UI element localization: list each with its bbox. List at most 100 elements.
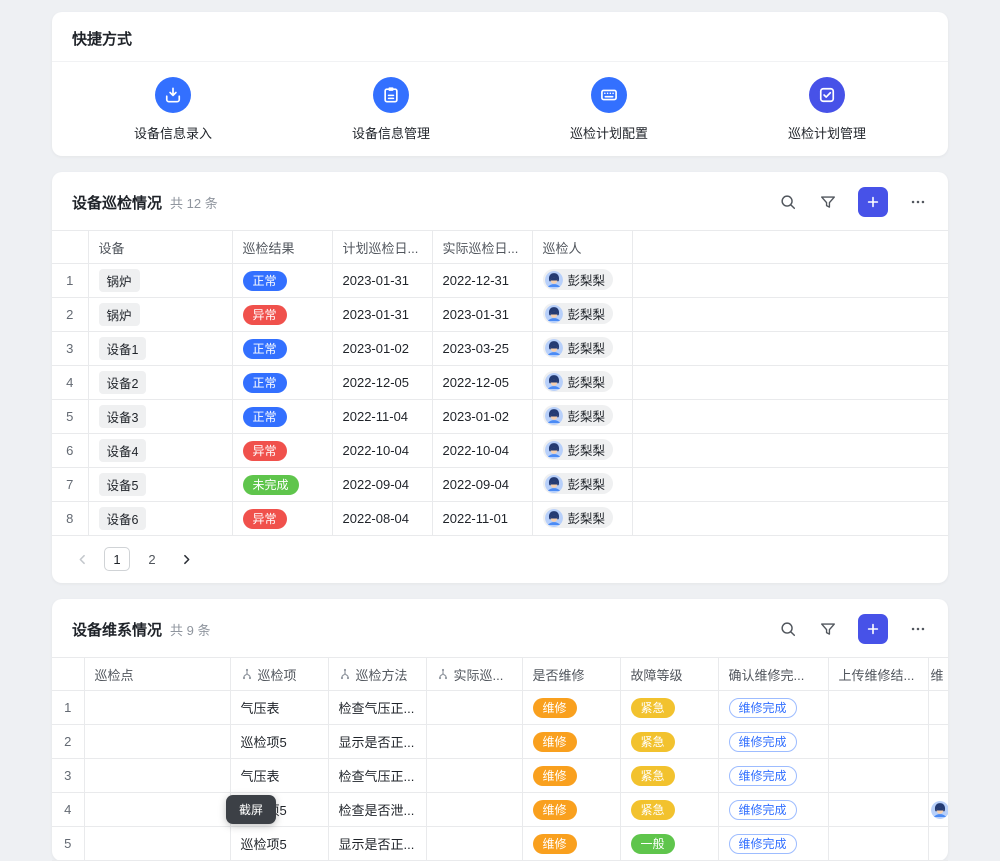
actual-cell[interactable] (426, 725, 522, 759)
inspector-cell[interactable]: 彭梨梨 (532, 468, 632, 502)
filter-button[interactable] (818, 619, 838, 639)
row-index[interactable]: 6 (52, 434, 88, 468)
row-index-header[interactable] (52, 658, 84, 691)
column-header[interactable]: 实际巡... (426, 658, 522, 691)
method-cell[interactable]: 显示是否正... (328, 827, 426, 861)
column-header[interactable]: 巡检结果 (232, 231, 332, 264)
inspector-cell[interactable]: 彭梨梨 (532, 366, 632, 400)
method-cell[interactable]: 显示是否正... (328, 725, 426, 759)
shortcut-device-entry[interactable]: 设备信息录入 (64, 77, 282, 142)
repair-cell[interactable]: 维修 (522, 793, 620, 827)
shortcut-device-manage[interactable]: 设备信息管理 (282, 77, 500, 142)
confirm-cell[interactable]: 维修完成 (718, 725, 828, 759)
more-options-button[interactable] (908, 192, 928, 212)
row-index[interactable]: 2 (52, 725, 84, 759)
column-header[interactable]: 计划巡检日... (332, 231, 432, 264)
method-cell[interactable]: 检查气压正... (328, 759, 426, 793)
column-header[interactable]: 实际巡检日... (432, 231, 532, 264)
result-cell[interactable]: 正常 (232, 264, 332, 298)
repairer-cell[interactable] (928, 691, 948, 725)
planned-date-cell[interactable]: 2022-08-04 (332, 502, 432, 536)
actual-date-cell[interactable]: 2022-11-01 (432, 502, 532, 536)
repairer-cell[interactable] (928, 827, 948, 861)
level-cell[interactable]: 紧急 (620, 691, 718, 725)
actual-date-cell[interactable]: 2022-09-04 (432, 468, 532, 502)
item-cell[interactable]: 气压表 (230, 691, 328, 725)
repair-cell[interactable]: 维修 (522, 691, 620, 725)
row-index[interactable]: 4 (52, 366, 88, 400)
column-header[interactable]: 巡检方法 (328, 658, 426, 691)
column-header[interactable]: 巡检项 (230, 658, 328, 691)
item-cell[interactable]: 巡检项5 (230, 725, 328, 759)
method-cell[interactable]: 检查是否泄... (328, 793, 426, 827)
confirm-cell[interactable]: 维修完成 (718, 759, 828, 793)
add-record-button[interactable] (858, 187, 888, 217)
column-header[interactable]: 设备 (88, 231, 232, 264)
upload-cell[interactable] (828, 725, 928, 759)
page-button[interactable]: 2 (140, 548, 164, 570)
device-cell[interactable]: 设备1 (88, 332, 232, 366)
device-cell[interactable]: 锅炉 (88, 264, 232, 298)
repair-cell[interactable]: 维修 (522, 827, 620, 861)
column-header[interactable]: 巡检人 (532, 231, 632, 264)
actual-date-cell[interactable]: 2022-12-31 (432, 264, 532, 298)
upload-cell[interactable] (828, 691, 928, 725)
repairer-cell[interactable] (928, 759, 948, 793)
planned-date-cell[interactable]: 2022-09-04 (332, 468, 432, 502)
prev-page-button[interactable] (72, 549, 92, 569)
result-cell[interactable]: 正常 (232, 332, 332, 366)
shortcut-plan-config[interactable]: 巡检计划配置 (500, 77, 718, 142)
device-cell[interactable]: 锅炉 (88, 298, 232, 332)
actual-date-cell[interactable]: 2023-01-02 (432, 400, 532, 434)
repair-cell[interactable]: 维修 (522, 759, 620, 793)
row-index[interactable]: 3 (52, 332, 88, 366)
upload-cell[interactable] (828, 793, 928, 827)
device-cell[interactable]: 设备5 (88, 468, 232, 502)
row-index[interactable]: 3 (52, 759, 84, 793)
column-header[interactable]: 是否维修 (522, 658, 620, 691)
row-index-header[interactable] (52, 231, 88, 264)
filter-button[interactable] (818, 192, 838, 212)
device-cell[interactable]: 设备4 (88, 434, 232, 468)
confirm-cell[interactable]: 维修完成 (718, 793, 828, 827)
actual-date-cell[interactable]: 2022-12-05 (432, 366, 532, 400)
result-cell[interactable]: 正常 (232, 400, 332, 434)
inspector-cell[interactable]: 彭梨梨 (532, 434, 632, 468)
row-index[interactable]: 2 (52, 298, 88, 332)
planned-date-cell[interactable]: 2023-01-31 (332, 264, 432, 298)
repairer-cell[interactable] (928, 725, 948, 759)
column-header[interactable]: 确认维修完... (718, 658, 828, 691)
upload-cell[interactable] (828, 827, 928, 861)
column-header[interactable]: 维 (928, 658, 948, 691)
point-cell[interactable] (84, 691, 230, 725)
actual-cell[interactable] (426, 827, 522, 861)
inspector-cell[interactable]: 彭梨梨 (532, 502, 632, 536)
item-cell[interactable]: 气压表 (230, 759, 328, 793)
planned-date-cell[interactable]: 2022-10-04 (332, 434, 432, 468)
planned-date-cell[interactable]: 2022-11-04 (332, 400, 432, 434)
actual-cell[interactable] (426, 759, 522, 793)
actual-cell[interactable] (426, 793, 522, 827)
row-index[interactable]: 4 (52, 793, 84, 827)
confirm-cell[interactable]: 维修完成 (718, 691, 828, 725)
actual-date-cell[interactable]: 2022-10-04 (432, 434, 532, 468)
point-cell[interactable] (84, 725, 230, 759)
repairer-cell[interactable] (928, 793, 948, 827)
point-cell[interactable] (84, 827, 230, 861)
row-index[interactable]: 8 (52, 502, 88, 536)
column-header[interactable]: 上传维修结... (828, 658, 928, 691)
result-cell[interactable]: 未完成 (232, 468, 332, 502)
inspector-cell[interactable]: 彭梨梨 (532, 400, 632, 434)
level-cell[interactable]: 紧急 (620, 759, 718, 793)
actual-date-cell[interactable]: 2023-01-31 (432, 298, 532, 332)
inspector-cell[interactable]: 彭梨梨 (532, 332, 632, 366)
row-index[interactable]: 7 (52, 468, 88, 502)
result-cell[interactable]: 异常 (232, 298, 332, 332)
planned-date-cell[interactable]: 2023-01-02 (332, 332, 432, 366)
column-header[interactable]: 故障等级 (620, 658, 718, 691)
search-button[interactable] (778, 192, 798, 212)
row-index[interactable]: 1 (52, 264, 88, 298)
level-cell[interactable]: 紧急 (620, 725, 718, 759)
method-cell[interactable]: 检查气压正... (328, 691, 426, 725)
planned-date-cell[interactable]: 2023-01-31 (332, 298, 432, 332)
